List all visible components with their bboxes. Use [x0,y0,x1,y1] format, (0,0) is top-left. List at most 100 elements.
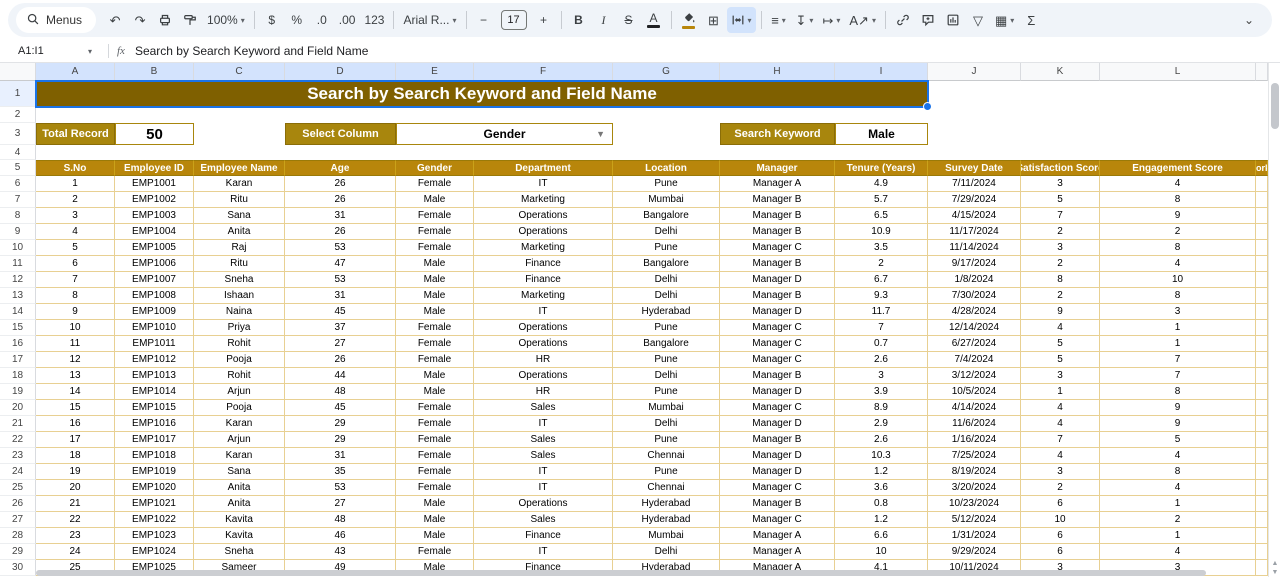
table-cell[interactable]: Manager D [720,384,835,400]
table-cell[interactable]: 4/15/2024 [928,208,1021,224]
row-header-19[interactable]: 19 [0,384,36,400]
table-cell[interactable]: 24 [36,544,115,560]
table-cell[interactable]: Sneha [194,544,285,560]
table-cell[interactable]: 48 [285,512,396,528]
table-cell-partial[interactable] [1256,560,1268,576]
table-cell[interactable]: Operations [474,336,613,352]
row-header-4[interactable]: 4 [0,145,36,160]
undo-button[interactable]: ↶ [103,7,127,33]
merge-cells-button[interactable]: ▾ [727,7,756,33]
empty-cells[interactable] [928,81,1268,107]
total-record-value[interactable]: 50 [115,123,194,145]
table-cell[interactable]: 10.3 [835,448,928,464]
table-cell[interactable]: 1 [1100,496,1256,512]
table-cell-partial[interactable] [1256,304,1268,320]
table-cell[interactable]: 1 [36,176,115,192]
formula-input[interactable]: Search by Search Keyword and Field Name [135,44,368,58]
table-cell[interactable]: Ritu [194,256,285,272]
table-cell[interactable]: Manager D [720,272,835,288]
table-cell[interactable]: 3.6 [835,480,928,496]
table-cell[interactable]: 9/29/2024 [928,544,1021,560]
insert-chart-button[interactable] [941,7,965,33]
table-cell[interactable]: Male [396,304,474,320]
table-cell[interactable]: 31 [285,288,396,304]
table-header-employee-id[interactable]: Employee ID [115,160,194,176]
total-record-label[interactable]: Total Record [36,123,115,145]
format-currency-button[interactable]: $ [260,7,284,33]
table-cell[interactable]: Manager C [720,352,835,368]
table-cell[interactable]: 9 [1100,416,1256,432]
table-cell[interactable]: Pune [613,320,720,336]
table-cell-partial[interactable] [1256,240,1268,256]
increase-font-size-button[interactable]: + [532,7,556,33]
table-cell[interactable]: Manager B [720,192,835,208]
table-cell-partial[interactable] [1256,528,1268,544]
row-header-5[interactable]: 5 [0,160,36,176]
text-wrap-button[interactable]: ↦▾ [818,7,844,33]
table-cell[interactable]: 7/11/2024 [928,176,1021,192]
table-cell[interactable]: Delhi [613,544,720,560]
table-cell[interactable]: 43 [285,544,396,560]
table-cell[interactable]: Manager A [720,544,835,560]
strikethrough-button[interactable]: S [617,7,641,33]
row-header-22[interactable]: 22 [0,432,36,448]
table-cell[interactable]: Female [396,480,474,496]
empty-cells[interactable] [36,107,1268,123]
row-header-21[interactable]: 21 [0,416,36,432]
table-cell[interactable]: Marketing [474,288,613,304]
table-cell[interactable]: EMP1012 [115,352,194,368]
row-header-8[interactable]: 8 [0,208,36,224]
horizontal-scrollbar-thumb[interactable] [36,570,1206,576]
table-cell[interactable]: 7 [1100,352,1256,368]
table-cell[interactable]: EMP1008 [115,288,194,304]
table-cell[interactable]: Manager B [720,496,835,512]
table-cell[interactable]: 1/16/2024 [928,432,1021,448]
table-cell[interactable]: Manager B [720,256,835,272]
table-cell[interactable]: 11.7 [835,304,928,320]
table-cell-partial[interactable] [1256,384,1268,400]
table-cell[interactable]: 6.5 [835,208,928,224]
search-keyword-value[interactable]: Male [835,123,928,145]
table-cell[interactable]: 2 [1021,480,1100,496]
table-cell[interactable]: 1 [1100,528,1256,544]
table-cell[interactable]: Female [396,320,474,336]
table-cell[interactable]: Karan [194,176,285,192]
row-header-2[interactable]: 2 [0,107,36,123]
table-cell[interactable]: Mumbai [613,192,720,208]
table-cell[interactable]: 8 [1100,288,1256,304]
column-header-K[interactable]: K [1021,63,1100,81]
table-cell[interactable]: 3 [1021,240,1100,256]
table-cell[interactable]: Female [396,336,474,352]
table-cell[interactable]: IT [474,480,613,496]
column-header-E[interactable]: E [396,63,474,81]
table-cell[interactable]: 35 [285,464,396,480]
table-cell-partial[interactable] [1256,176,1268,192]
table-cell[interactable]: Female [396,224,474,240]
sheet-title-cell[interactable]: Search by Search Keyword and Field Name [36,81,928,107]
table-cell-partial[interactable] [1256,272,1268,288]
table-cell[interactable]: 3 [1100,304,1256,320]
table-cell[interactable]: 2 [1021,288,1100,304]
table-cell[interactable]: IT [474,544,613,560]
table-cell[interactable]: Delhi [613,224,720,240]
table-cell[interactable]: 2 [1100,512,1256,528]
table-cell[interactable]: 3 [36,208,115,224]
table-cell[interactable]: Ishaan [194,288,285,304]
table-cell[interactable]: 1/31/2024 [928,528,1021,544]
paint-format-button[interactable] [178,7,202,33]
table-cell[interactable]: Sales [474,448,613,464]
column-header-H[interactable]: H [720,63,835,81]
row-header-6[interactable]: 6 [0,176,36,192]
table-header-partial[interactable]: ork- [1256,160,1268,176]
name-box[interactable]: A1:I1 ▾ [10,45,100,57]
table-cell[interactable]: 8 [1100,384,1256,400]
table-cell[interactable]: Bangalore [613,336,720,352]
row-header-3[interactable]: 3 [0,123,36,145]
table-cell[interactable]: 4 [1021,400,1100,416]
table-cell[interactable]: 45 [285,304,396,320]
table-cell[interactable]: 4 [1021,448,1100,464]
table-cell[interactable]: 11 [36,336,115,352]
table-cell[interactable]: Male [396,496,474,512]
table-cell[interactable]: 8 [36,288,115,304]
table-cell[interactable]: EMP1024 [115,544,194,560]
